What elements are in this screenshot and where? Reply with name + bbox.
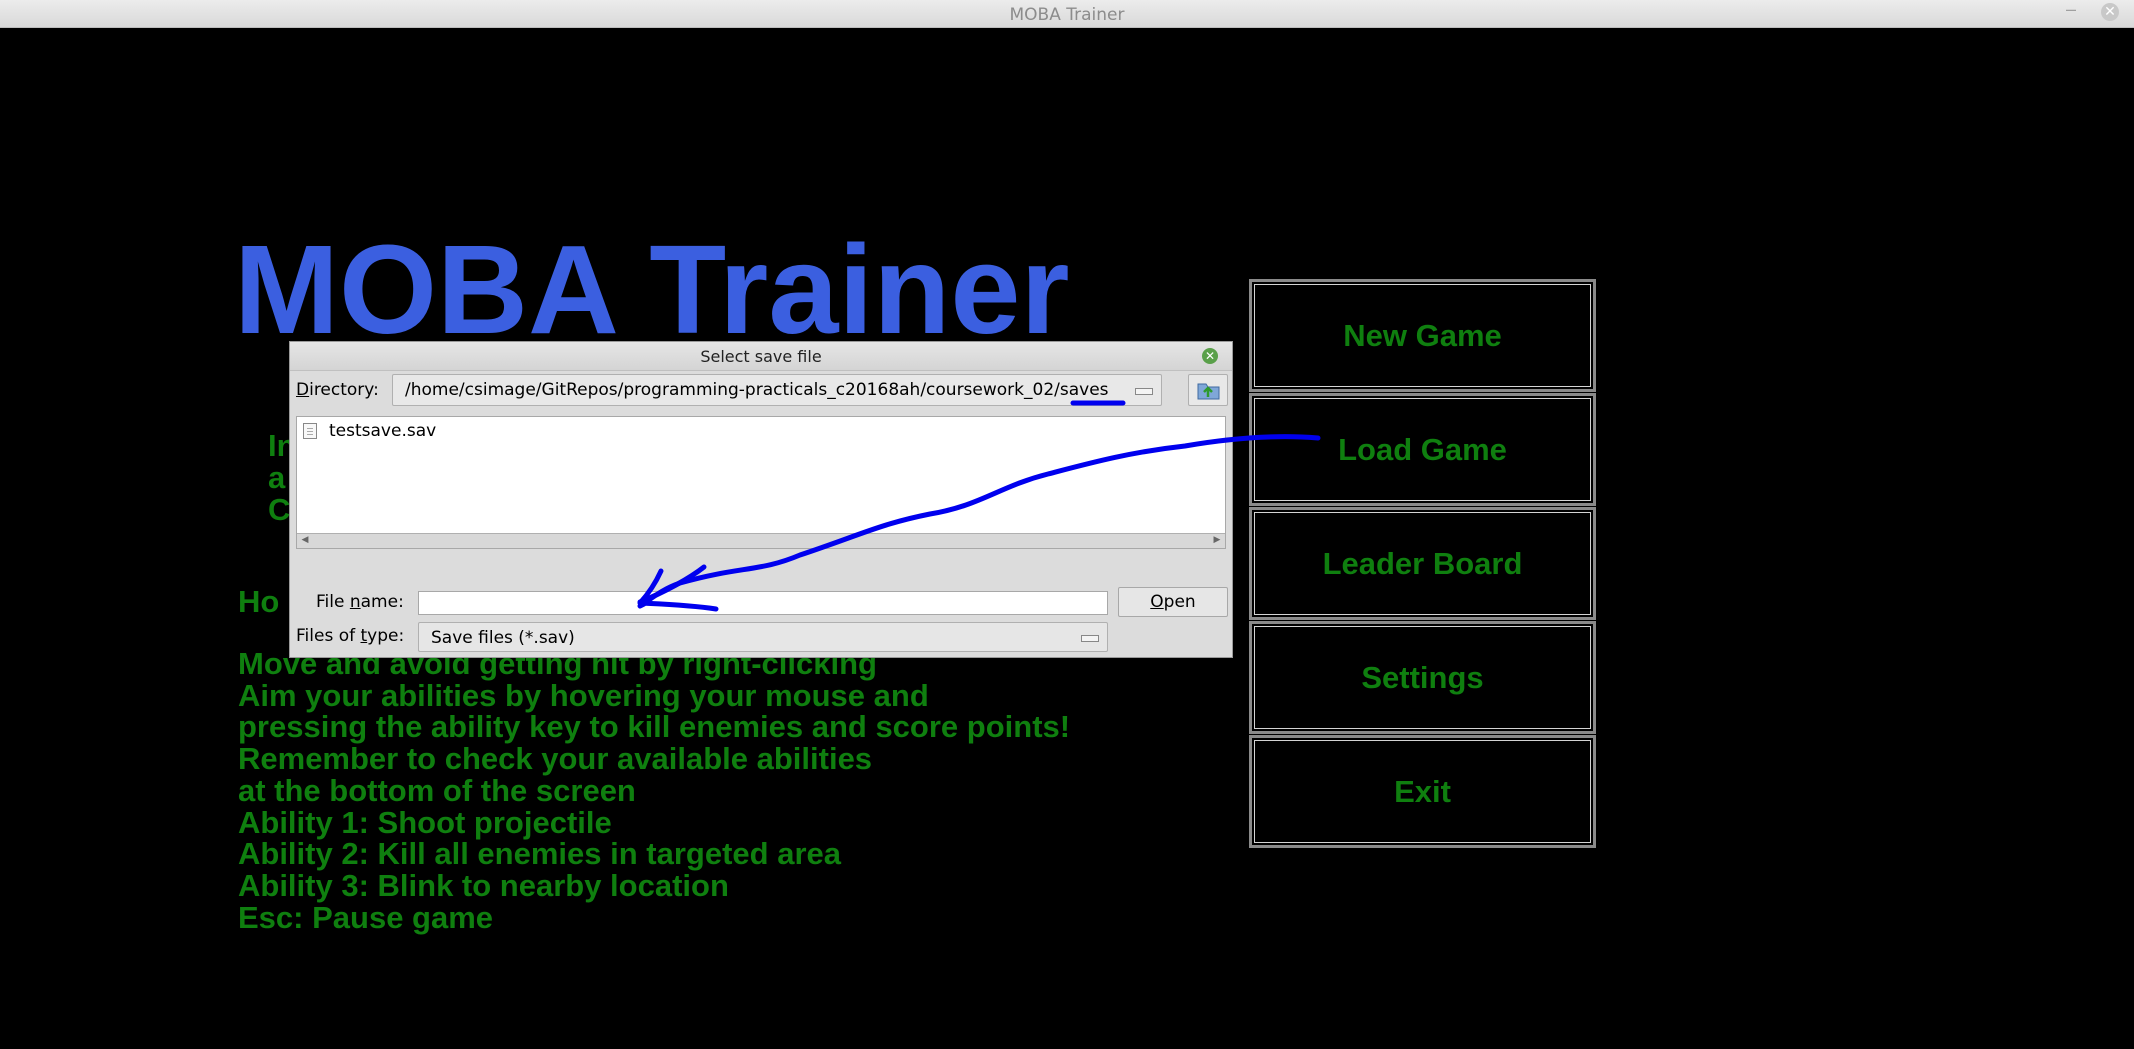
dropdown-arrow-icon	[1135, 388, 1153, 395]
instruction-line: Ability 2: Kill all enemies in targeted …	[238, 836, 841, 872]
window-close-button[interactable]: ✕	[2101, 3, 2119, 21]
file-icon	[303, 423, 317, 439]
instruction-line: at the bottom of the screen	[238, 772, 636, 808]
file-type-select[interactable]: Save files (*.sav)	[418, 622, 1108, 652]
file-name-label-mnemonic: n	[349, 592, 361, 612]
file-name-label-text-end: ame:	[360, 592, 404, 612]
window-titlebar: MOBA Trainer – ✕	[0, 0, 2134, 28]
how-to-play-heading: Ho	[238, 584, 280, 619]
settings-button[interactable]: Settings	[1249, 621, 1596, 734]
dialog-titlebar: Select save file ✕	[290, 342, 1232, 371]
new-game-button[interactable]: New Game	[1249, 279, 1596, 392]
instruction-line: Aim your abilities by hovering your mous…	[238, 677, 929, 713]
exit-button[interactable]: Exit	[1249, 735, 1596, 848]
files-of-type-text: Files of	[296, 626, 361, 646]
dialog-close-icon[interactable]: ✕	[1202, 348, 1218, 364]
intro-line-3: C	[268, 492, 291, 527]
file-name-label-text: File	[316, 592, 350, 612]
file-item-testsave[interactable]: testsave.sav	[303, 421, 436, 441]
main-menu: New Game Load Game Leader Board Settings…	[1249, 279, 1596, 849]
instruction-line: Ability 3: Blink to nearby location	[238, 867, 729, 903]
minimize-button[interactable]: –	[2061, 0, 2081, 22]
directory-label-text: irectory:	[309, 380, 379, 400]
leader-board-button[interactable]: Leader Board	[1249, 507, 1596, 620]
instruction-line: Esc: Pause game	[238, 899, 494, 935]
horizontal-scrollbar[interactable]: ◀ ▶	[297, 533, 1225, 548]
file-list[interactable]: testsave.sav ◀ ▶	[296, 416, 1226, 549]
window-title: MOBA Trainer	[1009, 5, 1125, 25]
directory-label-mnemonic: D	[296, 380, 310, 400]
intro-line-2: a	[268, 460, 286, 495]
up-folder-button[interactable]	[1188, 374, 1228, 406]
files-of-type-label: Files of type:	[296, 626, 404, 646]
up-folder-icon	[1197, 383, 1220, 400]
select-save-file-dialog: Select save file ✕ Directory: /home/csim…	[289, 341, 1233, 658]
directory-select[interactable]: /home/csimage/GitRepos/programming-pract…	[392, 374, 1162, 406]
scroll-right-icon[interactable]: ▶	[1211, 535, 1223, 546]
dropdown-arrow-icon	[1081, 635, 1099, 642]
file-name-label: File name:	[316, 592, 404, 612]
files-of-type-text-end: ype:	[367, 626, 405, 646]
instructions: Move and avoid getting hit by right-clic…	[238, 648, 1238, 933]
scroll-left-icon[interactable]: ◀	[299, 535, 311, 546]
dialog-title: Select save file	[700, 347, 822, 366]
instruction-line: Remember to check your available abiliti…	[238, 741, 873, 777]
game-title: MOBA Trainer	[234, 219, 1070, 360]
open-label: pen	[1163, 592, 1196, 612]
open-button[interactable]: Open	[1118, 587, 1228, 617]
file-item-label: testsave.sav	[329, 421, 437, 441]
open-mnemonic: O	[1150, 592, 1164, 612]
file-name-input[interactable]	[418, 591, 1108, 615]
directory-label: Directory:	[296, 380, 379, 400]
instruction-line: Ability 1: Shoot projectile	[238, 804, 612, 840]
instruction-line: pressing the ability key to kill enemies…	[238, 709, 1071, 745]
load-game-button[interactable]: Load Game	[1249, 393, 1596, 506]
file-type-value: Save files (*.sav)	[431, 628, 575, 648]
directory-path: /home/csimage/GitRepos/programming-pract…	[405, 380, 1109, 400]
